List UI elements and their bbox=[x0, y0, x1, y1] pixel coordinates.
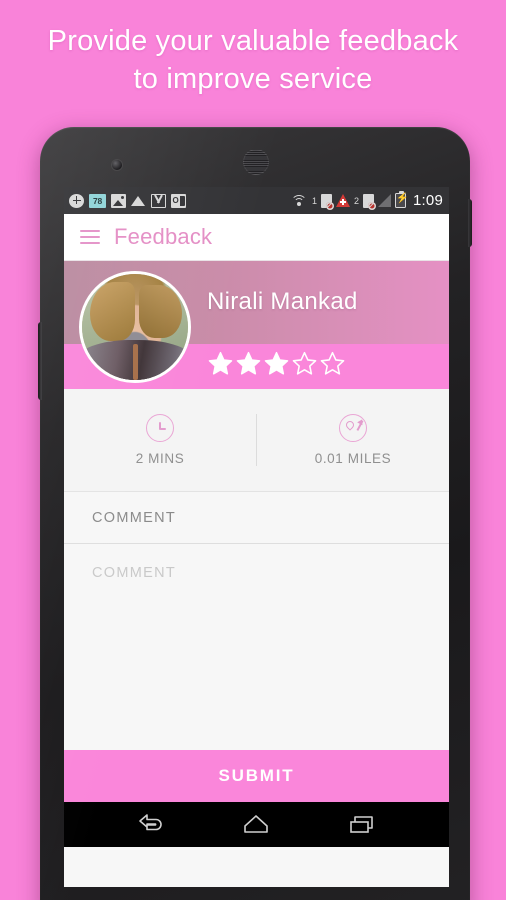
app-bar: Feedback bbox=[64, 214, 449, 261]
comment-section-label: COMMENT bbox=[92, 509, 177, 526]
star-icon-4[interactable] bbox=[292, 351, 317, 376]
profile-header: Nirali Mankad bbox=[64, 261, 449, 389]
alert-triangle-icon bbox=[335, 194, 350, 207]
notification-count-icon: 78 bbox=[89, 193, 106, 208]
outlook-icon: O bbox=[171, 193, 186, 208]
promo-line-2: to improve service bbox=[133, 63, 373, 96]
avatar-photo-detail-zipper bbox=[132, 343, 139, 380]
front-camera-icon bbox=[112, 160, 122, 170]
route-distance-icon bbox=[339, 414, 367, 442]
gmail-icon bbox=[151, 193, 166, 208]
status-bar-system: 1 2 1:09 bbox=[291, 190, 443, 210]
star-icon-3[interactable] bbox=[264, 351, 289, 376]
submit-button[interactable]: SUBMIT bbox=[64, 750, 449, 802]
sim-card-disabled-icon bbox=[320, 193, 334, 210]
battery-charging-icon bbox=[395, 190, 406, 208]
home-icon[interactable] bbox=[239, 812, 273, 838]
phone-device-mockup: 78 O 1 2 1:09 bbox=[38, 127, 472, 900]
comment-placeholder: COMMENT bbox=[92, 565, 177, 581]
star-icon-5[interactable] bbox=[320, 351, 345, 376]
power-button[interactable] bbox=[468, 199, 472, 247]
page-title: Feedback bbox=[114, 224, 213, 249]
earpiece-speaker-icon bbox=[243, 149, 269, 175]
sim1-label: 1 bbox=[311, 195, 317, 206]
stat-distance-label: 0.01 MILES bbox=[314, 451, 392, 466]
hamburger-menu-icon[interactable] bbox=[80, 230, 100, 244]
volume-rocker-button[interactable] bbox=[38, 322, 42, 400]
star-icon-2[interactable] bbox=[236, 351, 261, 376]
avatar-photo-detail-hair-left bbox=[90, 282, 135, 341]
status-bar: 78 O 1 2 1:09 bbox=[64, 187, 449, 214]
status-bar-notifications: 78 O bbox=[69, 193, 291, 208]
sim-card-disabled-icon-2 bbox=[363, 193, 376, 210]
stat-duration-label: 2 MINS bbox=[135, 451, 185, 466]
wifi-icon bbox=[291, 194, 308, 208]
mountain-icon bbox=[131, 194, 146, 208]
comment-input[interactable]: COMMENT bbox=[64, 544, 449, 750]
stat-duration: 2 MINS bbox=[64, 414, 256, 466]
comment-section-header: COMMENT bbox=[64, 492, 449, 544]
avatar[interactable] bbox=[79, 271, 191, 383]
clock-icon bbox=[146, 414, 174, 442]
star-rating[interactable] bbox=[208, 351, 345, 376]
android-navigation-bar bbox=[64, 802, 449, 847]
promo-headline: Provide your valuable feedback to improv… bbox=[0, 22, 506, 99]
photo-icon bbox=[111, 193, 126, 208]
phone-screen: 78 O 1 2 1:09 bbox=[64, 187, 449, 887]
plus-circle-icon bbox=[69, 193, 84, 208]
profile-name: Nirali Mankad bbox=[207, 288, 358, 315]
promo-line-1: Provide your valuable feedback bbox=[47, 25, 459, 57]
signal-bars-icon bbox=[378, 194, 391, 207]
status-bar-clock: 1:09 bbox=[413, 192, 443, 209]
stat-distance: 0.01 MILES bbox=[257, 414, 449, 466]
trip-stats-row: 2 MINS 0.01 MILES bbox=[64, 389, 449, 492]
phone-bottom-bezel bbox=[40, 887, 470, 900]
sim2-label: 2 bbox=[353, 195, 359, 206]
star-icon-1[interactable] bbox=[208, 351, 233, 376]
back-arrow-icon[interactable] bbox=[134, 812, 168, 838]
recent-apps-icon[interactable] bbox=[345, 812, 379, 838]
